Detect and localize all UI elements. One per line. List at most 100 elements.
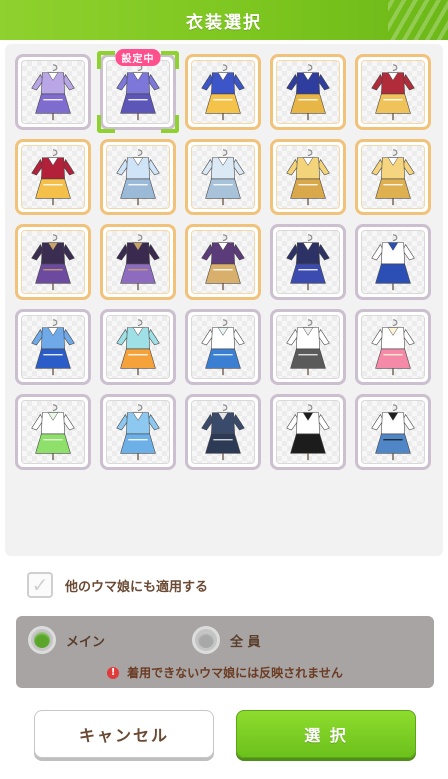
- costume-tile[interactable]: [100, 309, 176, 385]
- costume-outfit-icon: [371, 404, 415, 461]
- radio-all-label: 全 員: [230, 634, 261, 650]
- dialog-title: 衣装選択: [186, 12, 262, 33]
- apply-to-others-checkbox[interactable]: ✓: [27, 572, 53, 598]
- apply-target-box: メイン 全 員 ! 着用できないウマ娘には反映されません: [16, 616, 434, 688]
- costume-outfit-icon: [31, 234, 75, 291]
- radio-main[interactable]: [28, 626, 56, 654]
- costume-tile[interactable]: [15, 139, 91, 215]
- radio-option-main[interactable]: メイン: [28, 626, 105, 654]
- costume-tile[interactable]: 設定中: [97, 49, 179, 133]
- costume-tile-background: [361, 60, 425, 124]
- costume-tile[interactable]: [270, 309, 346, 385]
- costume-tile-background: [191, 230, 255, 294]
- radio-dot-icon: [198, 632, 214, 648]
- radio-main-label: メイン: [66, 634, 106, 650]
- costume-tile[interactable]: [270, 394, 346, 470]
- selection-corner-icon: [161, 51, 179, 69]
- costume-outfit-icon: [201, 319, 245, 376]
- costume-tile[interactable]: [270, 54, 346, 130]
- costume-outfit-icon: [31, 404, 75, 461]
- header-stripe-decoration: [388, 0, 448, 40]
- costume-tile-background: [361, 400, 425, 464]
- costume-tile[interactable]: [185, 139, 261, 215]
- costume-tile[interactable]: [100, 139, 176, 215]
- costume-tile-background: [21, 145, 85, 209]
- costume-tile[interactable]: [185, 54, 261, 130]
- costume-tile-background: [361, 230, 425, 294]
- costume-tile[interactable]: [355, 224, 431, 300]
- warning-note: ! 着用できないウマ娘には反映されません: [16, 664, 434, 681]
- costume-tile-background: [191, 315, 255, 379]
- costume-tile-background: [361, 315, 425, 379]
- costume-tile-background: [191, 400, 255, 464]
- costume-outfit-icon: [116, 149, 160, 206]
- costume-tile[interactable]: [355, 309, 431, 385]
- costume-tile-background: [191, 60, 255, 124]
- costume-tile[interactable]: [15, 394, 91, 470]
- costume-outfit-icon: [371, 234, 415, 291]
- costume-tile[interactable]: [185, 224, 261, 300]
- costume-grid: 設定中: [15, 49, 431, 470]
- costume-outfit-icon: [31, 319, 75, 376]
- costume-tile-background: [21, 315, 85, 379]
- costume-tile[interactable]: [185, 309, 261, 385]
- costume-tile-background: [276, 230, 340, 294]
- costume-outfit-icon: [201, 234, 245, 291]
- radio-option-all[interactable]: 全 員: [192, 626, 261, 654]
- costume-tile-background: [276, 60, 340, 124]
- costume-tile-background: [106, 230, 170, 294]
- costume-outfit-icon: [286, 319, 330, 376]
- costume-tile[interactable]: [355, 139, 431, 215]
- costume-tile[interactable]: [185, 394, 261, 470]
- current-setting-badge: 設定中: [115, 49, 161, 66]
- costume-tile-background: [21, 400, 85, 464]
- costume-outfit-icon: [116, 234, 160, 291]
- costume-tile[interactable]: [100, 394, 176, 470]
- costume-outfit-icon: [116, 319, 160, 376]
- costume-tile[interactable]: [355, 394, 431, 470]
- costume-panel: 設定中: [5, 44, 443, 556]
- costume-tile[interactable]: [15, 309, 91, 385]
- costume-tile-background: [361, 145, 425, 209]
- costume-tile-background: [21, 230, 85, 294]
- costume-tile[interactable]: [270, 224, 346, 300]
- costume-outfit-icon: [201, 64, 245, 121]
- selection-corner-icon: [161, 115, 179, 133]
- costume-outfit-icon: [116, 64, 160, 121]
- radio-all[interactable]: [192, 626, 220, 654]
- cancel-button[interactable]: キャンセル: [34, 710, 214, 758]
- costume-tile-background: [191, 145, 255, 209]
- costume-outfit-icon: [201, 149, 245, 206]
- checkmark-icon: ✓: [31, 573, 49, 597]
- warning-icon: !: [107, 666, 120, 679]
- select-button[interactable]: 選 択: [236, 710, 416, 758]
- costume-tile-background: [276, 145, 340, 209]
- apply-to-others-label: 他のウマ娘にも適用する: [65, 579, 209, 595]
- costume-outfit-icon: [286, 404, 330, 461]
- selection-corner-icon: [97, 115, 115, 133]
- selection-corner-icon: [97, 51, 115, 69]
- costume-outfit-icon: [371, 319, 415, 376]
- dialog-header: 衣装選択: [0, 0, 448, 40]
- costume-tile-background: [106, 400, 170, 464]
- costume-tile[interactable]: [15, 54, 91, 130]
- costume-outfit-icon: [201, 404, 245, 461]
- apply-to-others-row[interactable]: ✓ 他のウマ娘にも適用する: [27, 572, 208, 598]
- costume-tile-background: [106, 145, 170, 209]
- costume-tile[interactable]: [100, 224, 176, 300]
- costume-tile[interactable]: [270, 139, 346, 215]
- costume-tile[interactable]: [355, 54, 431, 130]
- costume-outfit-icon: [371, 149, 415, 206]
- costume-outfit-icon: [116, 404, 160, 461]
- costume-outfit-icon: [286, 234, 330, 291]
- costume-outfit-icon: [286, 64, 330, 121]
- costume-tile[interactable]: [15, 224, 91, 300]
- radio-dot-icon: [34, 632, 50, 648]
- costume-tile-background: [276, 400, 340, 464]
- costume-tile-background: [21, 60, 85, 124]
- costume-outfit-icon: [371, 64, 415, 121]
- costume-tile-background: [276, 315, 340, 379]
- costume-outfit-icon: [31, 64, 75, 121]
- costume-outfit-icon: [286, 149, 330, 206]
- warning-text: 着用できないウマ娘には反映されません: [127, 666, 343, 680]
